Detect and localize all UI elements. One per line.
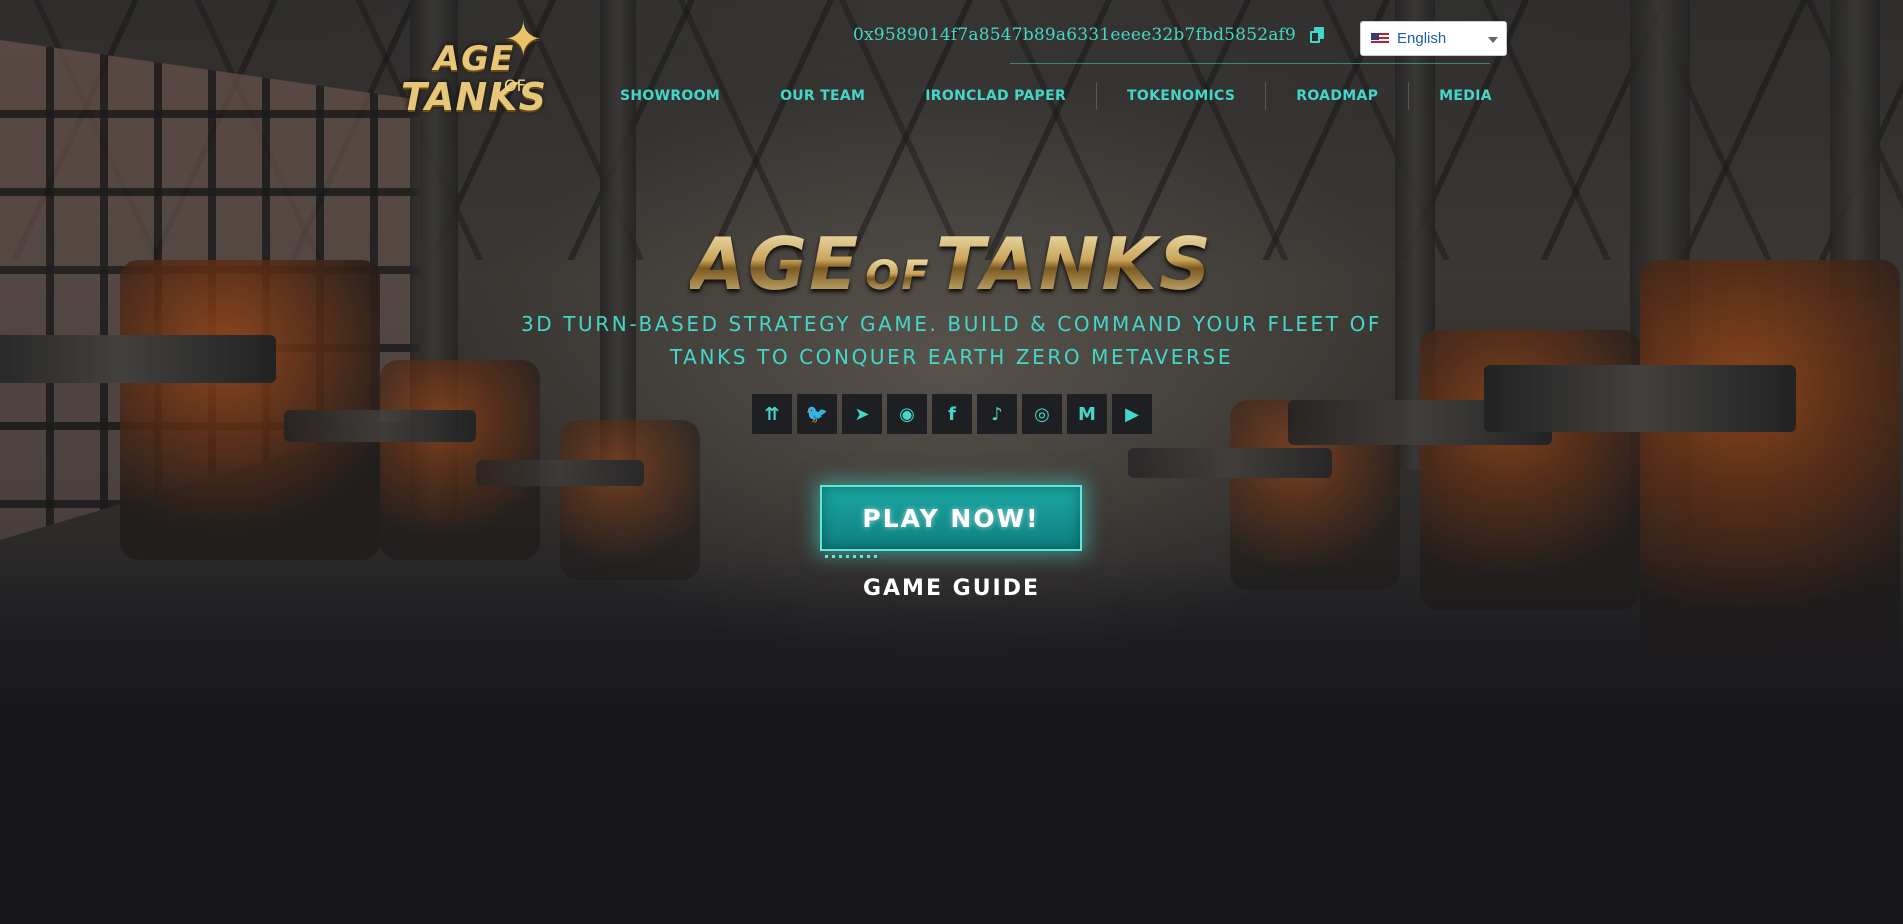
linktree-icon[interactable]: ⇈ <box>752 394 792 434</box>
hero-tagline: 3D turn-based strategy game. Build & com… <box>520 312 1383 369</box>
hero-title: AGE OF TANKS <box>0 222 1903 306</box>
site-logo[interactable]: ✦ AGE TANKS OF <box>394 12 554 124</box>
hero-title-of: OF <box>865 253 931 299</box>
social-links: ⇈ 🐦 ➤ ◉ f ♪ ◎ M ▶ <box>752 394 1152 434</box>
tiktok-icon[interactable]: ♪ <box>977 394 1017 434</box>
hero-title-tanks: TANKS <box>935 222 1213 306</box>
main-nav: SHOWROOM OUR TEAM IRONCLAD PAPER TOKENOM… <box>590 82 1522 110</box>
button-dots-decoration <box>825 555 877 558</box>
logo-line-tanks: TANKS <box>401 75 547 119</box>
language-selected: English <box>1397 30 1447 47</box>
medium-icon[interactable]: M <box>1067 394 1107 434</box>
nav-item-ironclad-paper[interactable]: IRONCLAD PAPER <box>895 88 1096 104</box>
nav-divider-line <box>1010 63 1490 64</box>
us-flag-icon <box>1371 32 1389 45</box>
language-select[interactable]: English <box>1360 21 1507 56</box>
contract-address-text: 0x9589014f7a8547b89a6331eeee32b7fbd5852a… <box>853 25 1297 45</box>
nav-item-media[interactable]: MEDIA <box>1409 88 1522 104</box>
discord-icon[interactable]: ◉ <box>887 394 927 434</box>
nav-item-roadmap[interactable]: ROADMAP <box>1266 88 1408 104</box>
twitter-icon[interactable]: 🐦 <box>797 394 837 434</box>
game-guide-link[interactable]: GAME GUIDE <box>863 576 1040 601</box>
play-now-button[interactable]: PLAY NOW! <box>820 485 1082 558</box>
telegram-icon[interactable]: ➤ <box>842 394 882 434</box>
logo-of: OF <box>504 76 526 95</box>
play-now-label: PLAY NOW! <box>862 503 1040 533</box>
instagram-icon[interactable]: ◎ <box>1022 394 1062 434</box>
youtube-icon[interactable]: ▶ <box>1112 394 1152 434</box>
hero-background <box>0 0 1903 924</box>
game-guide-wrapper: GAME GUIDE <box>0 576 1903 601</box>
contract-address: 0x9589014f7a8547b89a6331eeee32b7fbd5852a… <box>853 25 1326 45</box>
facebook-icon[interactable]: f <box>932 394 972 434</box>
hero-title-age: AGE <box>690 222 861 306</box>
nav-item-showroom[interactable]: SHOWROOM <box>590 88 750 104</box>
nav-item-tokenomics[interactable]: TOKENOMICS <box>1097 88 1265 104</box>
nav-item-our-team[interactable]: OUR TEAM <box>750 88 895 104</box>
logo-line-age: AGE <box>433 39 515 79</box>
copy-icon[interactable] <box>1310 27 1326 43</box>
chevron-down-icon <box>1488 37 1498 43</box>
